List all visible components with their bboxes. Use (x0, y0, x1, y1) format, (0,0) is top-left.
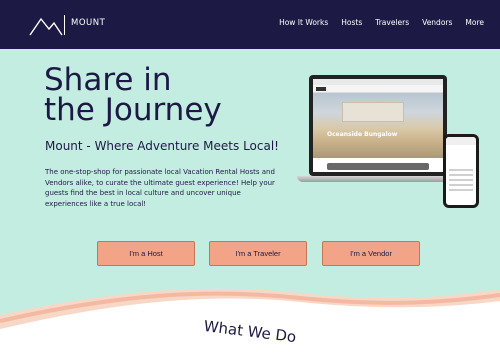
phone-header (446, 137, 476, 145)
hero-subheading: Mount - Where Adventure Meets Local! (45, 139, 279, 153)
wave-divider (0, 288, 500, 362)
mountain-logo-icon[interactable] (29, 14, 63, 36)
phone-screen (446, 137, 476, 205)
top-navbar: MOUNT How It Works Hosts Travelers Vendo… (0, 0, 500, 49)
im-a-vendor-button[interactable]: I'm a Vendor (322, 241, 420, 266)
headline-line-1: Share in (44, 62, 172, 98)
laptop-screen-content: Oceanside Bungalow (313, 79, 443, 172)
hero-description: The one-stop-shop for passionate local V… (45, 168, 275, 208)
laptop-screen: Oceanside Bungalow (309, 75, 447, 176)
hero-headline: Share in the Journey (44, 62, 274, 128)
im-a-traveler-button[interactable]: I'm a Traveler (209, 241, 307, 266)
beach-photo (313, 93, 443, 158)
laptop-mockup: Oceanside Bungalow (297, 73, 462, 188)
site-header (313, 85, 443, 93)
logo-divider (64, 15, 65, 35)
headline-line-2: the Journey (44, 92, 222, 128)
dock-bar (327, 163, 429, 170)
phone-text-lines (449, 169, 473, 194)
hero-section: Share in the Journey Mount - Where Adven… (0, 49, 500, 362)
nav-link-how-it-works[interactable]: How It Works (279, 18, 328, 27)
im-a-host-button[interactable]: I'm a Host (97, 241, 195, 266)
nav-links: How It Works Hosts Travelers Vendors Mor… (279, 18, 484, 27)
phone-mockup (443, 134, 479, 208)
listing-title: Oceanside Bungalow (327, 131, 398, 138)
brand-name[interactable]: MOUNT (71, 18, 105, 28)
laptop-base (297, 176, 462, 182)
nav-link-hosts[interactable]: Hosts (341, 18, 362, 27)
nav-link-travelers[interactable]: Travelers (375, 18, 409, 27)
nav-link-vendors[interactable]: Vendors (422, 18, 452, 27)
nav-link-more[interactable]: More (465, 18, 484, 27)
